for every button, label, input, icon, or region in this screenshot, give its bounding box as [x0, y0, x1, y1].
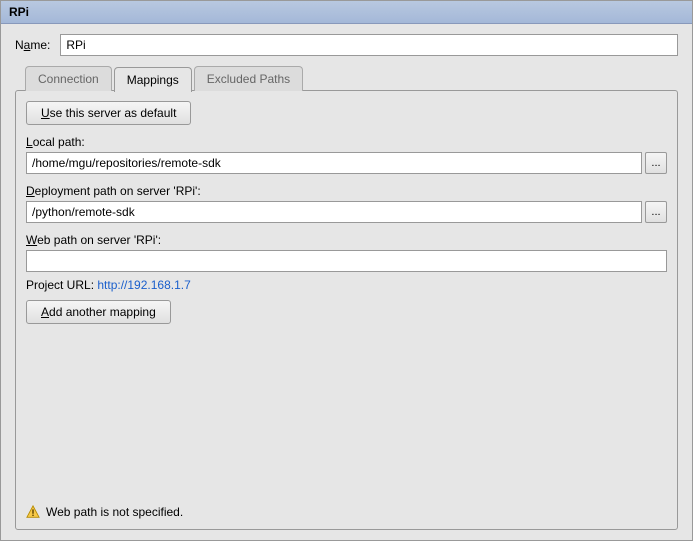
window-title: RPi — [9, 5, 29, 19]
warning-row: Web path is not specified. — [26, 505, 667, 519]
tabs: Connection Mappings Excluded Paths — [15, 66, 678, 91]
content-area: Name: Connection Mappings Excluded Paths… — [1, 24, 692, 540]
local-path-group: Local path: ... — [26, 135, 667, 174]
web-path-group: Web path on server 'RPi': — [26, 233, 667, 272]
warning-text: Web path is not specified. — [46, 505, 183, 519]
tab-mappings[interactable]: Mappings — [114, 67, 192, 92]
project-url-row: Project URL: http://192.168.1.7 — [26, 278, 667, 292]
tab-excluded-paths[interactable]: Excluded Paths — [194, 66, 303, 91]
deployment-path-browse-button[interactable]: ... — [645, 201, 667, 223]
use-as-default-button[interactable]: Use this server as default — [26, 101, 191, 125]
deployment-path-group: Deployment path on server 'RPi': ... — [26, 184, 667, 223]
deployment-path-input[interactable] — [26, 201, 642, 223]
tab-connection[interactable]: Connection — [25, 66, 112, 91]
name-input[interactable] — [60, 34, 678, 56]
name-label: Name: — [15, 38, 50, 52]
project-url-link[interactable]: http://192.168.1.7 — [97, 278, 190, 292]
mappings-panel: Use this server as default Local path: .… — [15, 90, 678, 530]
local-path-input[interactable] — [26, 152, 642, 174]
web-path-input[interactable] — [26, 250, 667, 272]
name-row: Name: — [15, 34, 678, 56]
warning-icon — [26, 505, 40, 519]
add-another-mapping-button[interactable]: Add another mapping — [26, 300, 171, 324]
deployment-config-window: RPi Name: Connection Mappings Excluded P… — [0, 0, 693, 541]
deployment-path-label: Deployment path on server 'RPi': — [26, 184, 667, 198]
ellipsis-icon: ... — [651, 157, 660, 169]
project-url-label: Project URL: — [26, 278, 97, 292]
web-path-label: Web path on server 'RPi': — [26, 233, 667, 247]
titlebar: RPi — [1, 1, 692, 24]
local-path-label: Local path: — [26, 135, 667, 149]
local-path-browse-button[interactable]: ... — [645, 152, 667, 174]
ellipsis-icon: ... — [651, 206, 660, 218]
